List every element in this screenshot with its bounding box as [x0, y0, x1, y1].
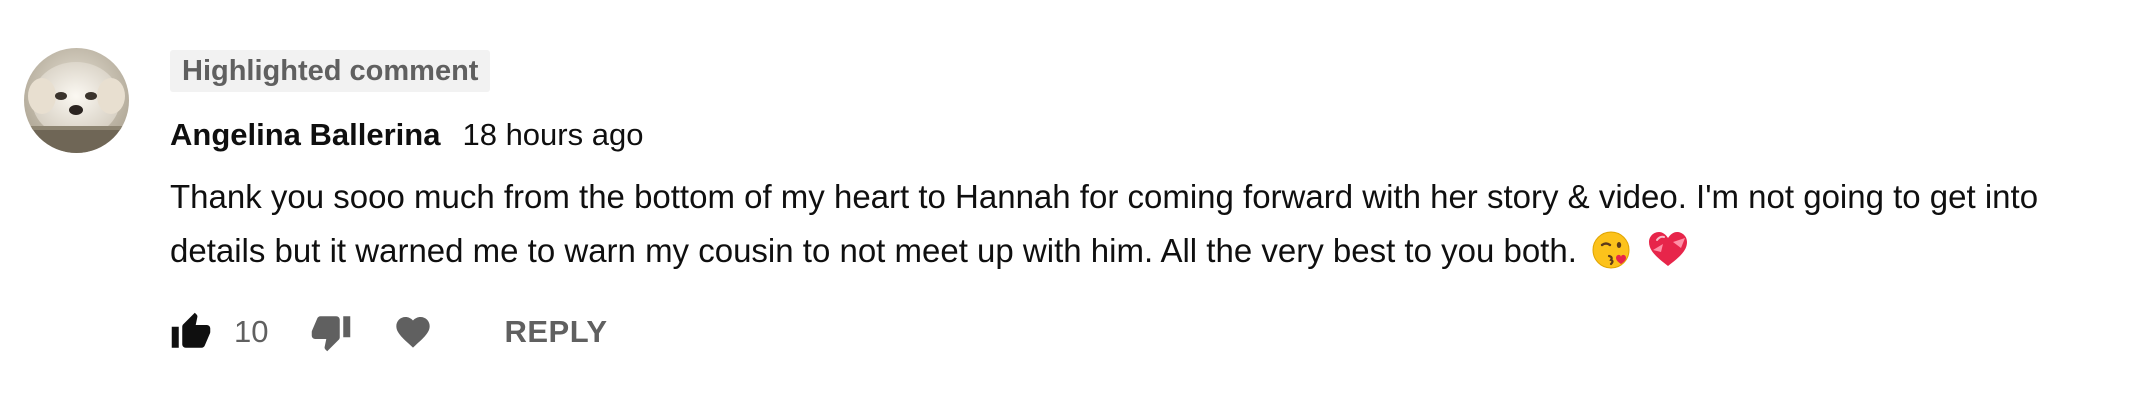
- avatar[interactable]: [24, 48, 129, 153]
- heart-icon: [396, 317, 431, 348]
- like-button[interactable]: [168, 309, 214, 355]
- comment-timestamp[interactable]: 18 hours ago: [462, 117, 643, 153]
- dislike-button[interactable]: [308, 309, 354, 355]
- comment-thread: Highlighted comment Angelina Ballerina 1…: [0, 0, 2144, 402]
- face-blowing-a-kiss-icon: [1592, 230, 1632, 286]
- author-name[interactable]: Angelina Ballerina: [170, 117, 440, 153]
- comment-actions: 10 REPLY: [168, 307, 616, 357]
- comment-header: Angelina Ballerina 18 hours ago: [170, 114, 643, 156]
- highlighted-comment-badge: Highlighted comment: [170, 50, 491, 92]
- creator-heart-button[interactable]: [390, 309, 436, 355]
- comment-body: Thank you sooo much from the bottom of m…: [170, 170, 2130, 286]
- comment-text: Thank you sooo much from the bottom of m…: [170, 178, 2039, 269]
- thumbs-up-icon: [171, 312, 211, 348]
- reply-button[interactable]: REPLY: [496, 308, 615, 356]
- avatar-dog-image: [24, 48, 129, 153]
- like-count: 10: [234, 314, 269, 349]
- heart-with-ribbon-icon: [1647, 230, 1689, 286]
- thumbs-down-icon: [312, 316, 351, 352]
